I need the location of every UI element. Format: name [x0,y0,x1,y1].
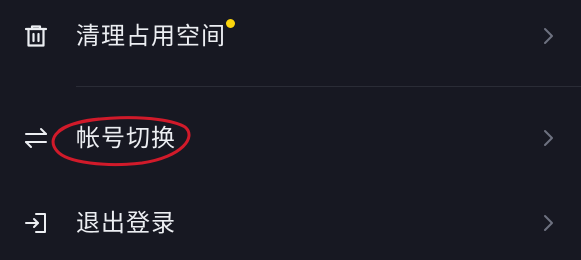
notification-dot [226,19,235,28]
menu-item-logout[interactable]: 退出登录 [0,191,581,255]
trash-icon [24,24,48,48]
menu-item-label: 退出登录 [76,209,176,237]
switch-arrows-icon [24,126,48,150]
chevron-right-icon [543,213,555,233]
chevron-right-icon [543,128,555,148]
menu-item-label: 清理占用空间 [76,22,226,50]
logout-icon [24,211,48,235]
settings-menu: 清理占用空间 帐号切换 退出登录 [0,0,581,260]
divider [76,86,581,87]
chevron-right-icon [543,26,555,46]
annotation-circle [51,116,191,166]
menu-item-clear-storage[interactable]: 清理占用空间 [0,4,581,68]
